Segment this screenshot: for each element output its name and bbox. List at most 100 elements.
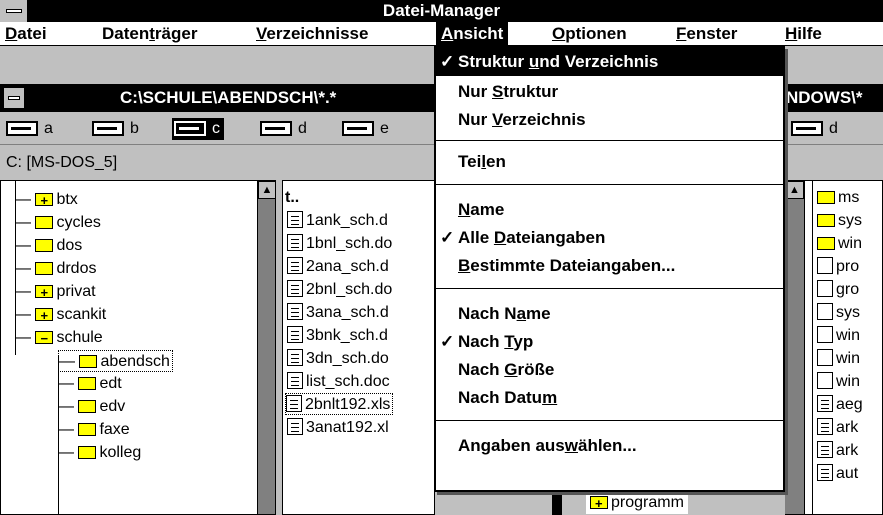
menuitem-nach-typ[interactable]: ✓ Nach Typ [436,328,783,356]
tree-item[interactable]: — cycles [15,212,101,234]
tree-item[interactable]: — faxe [58,419,130,441]
scroll-up-arrow-icon[interactable]: ▲ [785,181,804,199]
document-icon [286,395,302,412]
checkmark-icon: ✓ [440,228,455,247]
tree-item[interactable]: — scankit [15,304,106,327]
tree-item[interactable]: — privat [15,281,96,304]
minus-icon [8,96,20,100]
file-item-parent[interactable]: t.. [285,187,299,209]
menubar: Datei Datenträger Verzeichnisse Ansicht … [0,22,883,46]
file-item[interactable]: pro [817,256,859,278]
file-item[interactable]: 1ank_sch.d [287,210,388,232]
file-item[interactable]: 3ana_sch.d [287,302,389,324]
file-item[interactable]: win [817,348,860,370]
file-list-right[interactable]: ▲ ms sys win pro gro sys win win win aeg… [785,180,883,515]
window-system-button[interactable] [3,87,25,109]
file-item[interactable]: win [817,325,860,347]
drive-d[interactable]: d [258,118,307,140]
tree-item[interactable]: — edv [58,396,125,418]
drive-c[interactable]: c [172,118,224,140]
menuitem-nach-name[interactable]: Nach Name [436,300,783,328]
document-icon [287,234,303,251]
drive-e[interactable]: e [340,118,389,140]
folder-icon [35,239,54,252]
directory-tree[interactable]: — btx — cycles — dos — drdos — privat — … [0,180,276,515]
menuitem-teilen[interactable]: Teilen [436,148,783,176]
folder-icon [78,423,97,436]
menuitem-nur-verzeichnis[interactable]: Nur Verzeichnis [436,106,783,134]
file-item[interactable]: 3anat192.xl [287,417,389,439]
file-item[interactable]: 2bnl_sch.do [287,279,392,301]
file-item[interactable]: list_sch.doc [287,371,390,393]
menu-fenster[interactable]: Fenster [671,22,742,46]
menu-hilfe[interactable]: Hilfe [780,22,827,46]
folder-icon [35,262,54,275]
menu-optionen[interactable]: Optionen [547,22,632,46]
file-item[interactable]: ark [817,417,858,439]
drive-d[interactable]: d [789,118,838,140]
window-left-titlebar[interactable]: C:\SCHULE\ABENDSCH\*.* [0,84,435,112]
file-item[interactable]: aut [817,463,858,485]
file-item[interactable]: 2ana_sch.d [287,256,389,278]
ansicht-dropdown-menu: ✓ Struktur und Verzeichnis Nur Struktur N… [434,46,785,492]
file-item[interactable]: 3dn_sch.do [287,348,389,370]
menuitem-name[interactable]: Name [436,196,783,224]
file-item[interactable]: sys [817,302,860,324]
drive-bar-left: a b c d e [0,112,435,145]
menu-datei[interactable]: Datei [0,22,52,46]
tree-item[interactable]: — btx [15,189,78,212]
file-item[interactable]: win [817,371,860,393]
file-item[interactable]: win [817,233,862,255]
file-item[interactable]: ms [817,187,859,209]
document-icon [287,372,303,389]
folder-plus-icon [35,305,54,327]
file-item[interactable]: 1bnl_sch.do [287,233,392,255]
file-item[interactable]: ark [817,440,858,462]
menuitem-alle-dateiangaben[interactable]: ✓ Alle Dateiangaben [436,224,783,252]
folder-icon [817,214,835,227]
file-item-focused[interactable]: 2bnlt192.xls [285,393,394,415]
file-list[interactable]: t.. 1ank_sch.d 1bnl_sch.do 2ana_sch.d 2b… [282,180,435,515]
file-item[interactable]: aeg [817,394,863,416]
menuitem-struktur-und-verzeichnis[interactable]: ✓ Struktur und Verzeichnis [436,48,783,76]
floppy-drive-icon [6,121,38,136]
menu-datentraeger[interactable]: Datenträger [97,22,202,46]
menuitem-nach-datum[interactable]: Nach Datum [436,384,783,412]
menuitem-nur-struktur[interactable]: Nur Struktur [436,78,783,106]
tree-item[interactable]: — schule [15,327,103,350]
menu-ansicht[interactable]: Ansicht [436,22,509,46]
tree-item[interactable]: — dos [15,235,82,257]
drive-a[interactable]: a [4,118,53,140]
hard-drive-icon [791,121,823,136]
menu-verzeichnisse[interactable]: Verzeichnisse [251,22,373,46]
checkmark-icon: ✓ [440,52,455,71]
folder-icon [35,216,54,229]
tree-item-selected[interactable]: — abendsch [58,350,173,372]
tree-item[interactable]: — kolleg [58,442,141,464]
document-icon [287,349,303,366]
menuitem-nach-groesse[interactable]: Nach Größe [436,356,783,384]
hard-drive-icon [342,121,374,136]
tree-scrollbar[interactable]: ▲ [257,181,275,514]
file-item[interactable]: sys [817,210,862,232]
scroll-up-arrow-icon[interactable]: ▲ [258,181,275,199]
menuitem-angaben-auswaehlen[interactable]: Angaben auswählen... [436,432,783,460]
window-right-titlebar[interactable]: NDOWS\* [784,84,883,112]
volume-label: C: [MS-DOS_5] [0,146,435,180]
folder-icon [78,400,97,413]
file-item[interactable]: gro [817,279,859,301]
file-item[interactable]: 3bnk_sch.d [287,325,388,347]
menuitem-bestimmte-dateiangaben[interactable]: Bestimmte Dateiangaben... [436,252,783,280]
system-menu-button[interactable] [0,0,28,22]
file-icon [817,303,833,320]
document-icon [817,395,833,412]
tree-item[interactable]: — drdos [15,258,96,280]
tree-item-hidden[interactable]: programm [586,492,688,515]
drive-b[interactable]: b [90,118,139,140]
tree-item[interactable]: — edt [58,373,122,395]
open-folder-icon [79,355,98,368]
menu-separator [436,184,783,185]
tree-scrollbar-right[interactable]: ▲ [785,181,805,514]
folder-plus-icon [35,190,54,212]
document-icon [287,257,303,274]
